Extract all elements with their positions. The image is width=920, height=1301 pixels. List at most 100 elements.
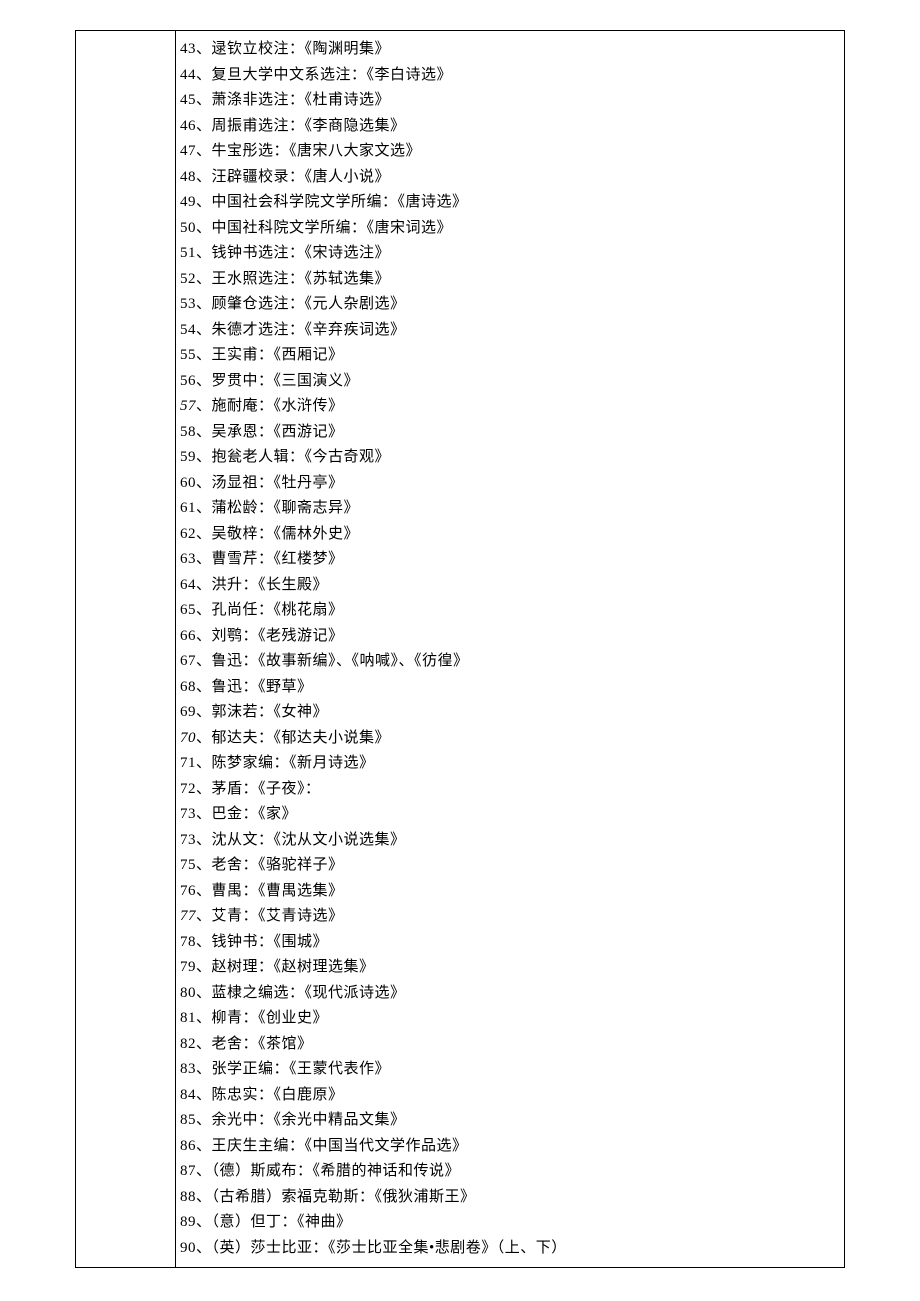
list-item: 83、张学正编：《王蒙代表作》 [180,1057,840,1083]
list-item: 50、中国社科院文学所编：《唐宋词选》 [180,216,840,242]
item-text: 、施耐庵：《水浒传》 [196,398,344,414]
item-number: 47 [180,143,196,159]
item-text: 、逯钦立校注：《陶渊明集》 [196,41,390,57]
list-item: 84、陈忠实：《白鹿原》 [180,1083,840,1109]
item-text: 、罗贯中：《三国演义》 [196,373,359,389]
list-item: 76、曹禺：《曹禺选集》 [180,879,840,905]
item-text: 、复旦大学中文系选注：《李白诗选》 [196,67,452,83]
item-text: 、老舍：《骆驼祥子》 [196,857,344,873]
item-number: 71 [180,755,196,771]
item-text: 、刘鹗：《老残游记》 [196,628,344,644]
item-number: 45 [180,92,196,108]
item-number: 62 [180,526,196,542]
list-item: 70、郁达夫：《郁达夫小说集》 [180,726,840,752]
item-number: 70 [180,730,196,746]
item-number: 75 [180,857,196,873]
item-text: 、艾青：《艾青诗选》 [196,908,344,924]
item-number: 51 [180,245,196,261]
list-item: 73、沈从文：《沈从文小说选集》 [180,828,840,854]
item-number: 44 [180,67,196,83]
list-item: 58、吴承恩：《西游记》 [180,420,840,446]
list-item: 72、茅盾：《子夜》： [180,777,840,803]
item-number: 46 [180,118,196,134]
page-container: 43、逯钦立校注：《陶渊明集》44、复旦大学中文系选注：《李白诗选》45、萧涤非… [75,30,845,1268]
list-item: 59、抱瓮老人辑：《今古奇观》 [180,445,840,471]
list-item: 48、汪辟疆校录：《唐人小说》 [180,165,840,191]
item-text: 、沈从文：《沈从文小说选集》 [196,832,406,848]
list-item: 45、萧涤非选注：《杜甫诗选》 [180,88,840,114]
item-number: 54 [180,322,196,338]
item-number: 52 [180,271,196,287]
item-text: 、（意）但丁：《神曲》 [196,1214,352,1230]
list-item: 43、逯钦立校注：《陶渊明集》 [180,37,840,63]
item-number: 56 [180,373,196,389]
item-number: 63 [180,551,196,567]
item-number: 85 [180,1112,196,1128]
item-text: 、中国社科院文学所编：《唐宋词选》 [196,220,452,236]
item-text: 、王庆生主编：《中国当代文学作品选》 [196,1138,468,1154]
list-item: 64、洪升：《长生殿》 [180,573,840,599]
item-text: 、（英）莎士比亚：《莎士比亚全集•悲剧卷》（上、下） [196,1240,567,1256]
item-number: 88 [180,1189,196,1205]
list-item: 86、王庆生主编：《中国当代文学作品选》 [180,1134,840,1160]
item-number: 77 [180,908,196,924]
item-text: 、汪辟疆校录：《唐人小说》 [196,169,390,185]
item-text: 、蓝棣之编选：《现代派诗选》 [196,985,406,1001]
list-item: 52、王水照选注：《苏轼选集》 [180,267,840,293]
list-item: 82、老舍：《茶馆》 [180,1032,840,1058]
item-number: 83 [180,1061,196,1077]
table-right-cell: 43、逯钦立校注：《陶渊明集》44、复旦大学中文系选注：《李白诗选》45、萧涤非… [176,31,844,1267]
item-text: 、曹雪芹：《红楼梦》 [196,551,344,567]
item-text: 、朱德才选注：《辛弃疾词选》 [196,322,406,338]
list-item: 49、中国社会科学院文学所编：《唐诗选》 [180,190,840,216]
item-number: 78 [180,934,196,950]
item-text: 、赵树理：《赵树理选集》 [196,959,375,975]
list-item: 63、曹雪芹：《红楼梦》 [180,547,840,573]
item-text: 、（古希腊）索福克勒斯：《俄狄浦斯王》 [196,1189,476,1205]
item-text: 、洪升：《长生殿》 [196,577,328,593]
list-item: 65、孔尚任：《桃花扇》 [180,598,840,624]
item-number: 76 [180,883,196,899]
item-text: 、汤显祖：《牡丹亭》 [196,475,344,491]
item-number: 90 [180,1240,196,1256]
item-number: 87 [180,1163,196,1179]
item-number: 64 [180,577,196,593]
list-item: 56、罗贯中：《三国演义》 [180,369,840,395]
item-text: 、余光中：《余光中精品文集》 [196,1112,406,1128]
table-frame: 43、逯钦立校注：《陶渊明集》44、复旦大学中文系选注：《李白诗选》45、萧涤非… [75,30,845,1268]
item-text: 、曹禺：《曹禺选集》 [196,883,344,899]
item-number: 73 [180,832,196,848]
item-text: 、柳青：《创业史》 [196,1010,328,1026]
item-text: 、陈忠实：《白鹿原》 [196,1087,344,1103]
item-text: 、周振甫选注：《李商隐选集》 [196,118,406,134]
item-text: 、王实甫：《西厢记》 [196,347,344,363]
list-item: 89、（意）但丁：《神曲》 [180,1210,840,1236]
list-item: 67、鲁迅：《故事新编》、《呐喊》、《彷徨》 [180,649,840,675]
table-left-cell [76,31,176,1267]
item-text: 、（德）斯威布：《希腊的神话和传说》 [196,1163,460,1179]
item-number: 61 [180,500,196,516]
list-item: 81、柳青：《创业史》 [180,1006,840,1032]
list-item: 90、（英）莎士比亚：《莎士比亚全集•悲剧卷》（上、下） [180,1236,840,1262]
item-number: 79 [180,959,196,975]
item-number: 55 [180,347,196,363]
list-item: 62、吴敬梓：《儒林外史》 [180,522,840,548]
item-number: 84 [180,1087,196,1103]
item-text: 、吴承恩：《西游记》 [196,424,344,440]
item-text: 、顾肇仓选注：《元人杂剧选》 [196,296,406,312]
list-item: 75、老舍：《骆驼祥子》 [180,853,840,879]
item-text: 、鲁迅：《野草》 [196,679,313,695]
list-item: 85、余光中：《余光中精品文集》 [180,1108,840,1134]
list-item: 69、郭沫若：《女神》 [180,700,840,726]
item-number: 50 [180,220,196,236]
item-text: 、钱钟书选注：《宋诗选注》 [196,245,390,261]
item-text: 、钱钟书：《围城》 [196,934,328,950]
list-item: 54、朱德才选注：《辛弃疾词选》 [180,318,840,344]
list-item: 61、蒲松龄：《聊斋志异》 [180,496,840,522]
list-item: 57、施耐庵：《水浒传》 [180,394,840,420]
item-number: 48 [180,169,196,185]
item-number: 81 [180,1010,196,1026]
list-item: 79、赵树理：《赵树理选集》 [180,955,840,981]
item-text: 、抱瓮老人辑：《今古奇观》 [196,449,390,465]
item-number: 43 [180,41,196,57]
